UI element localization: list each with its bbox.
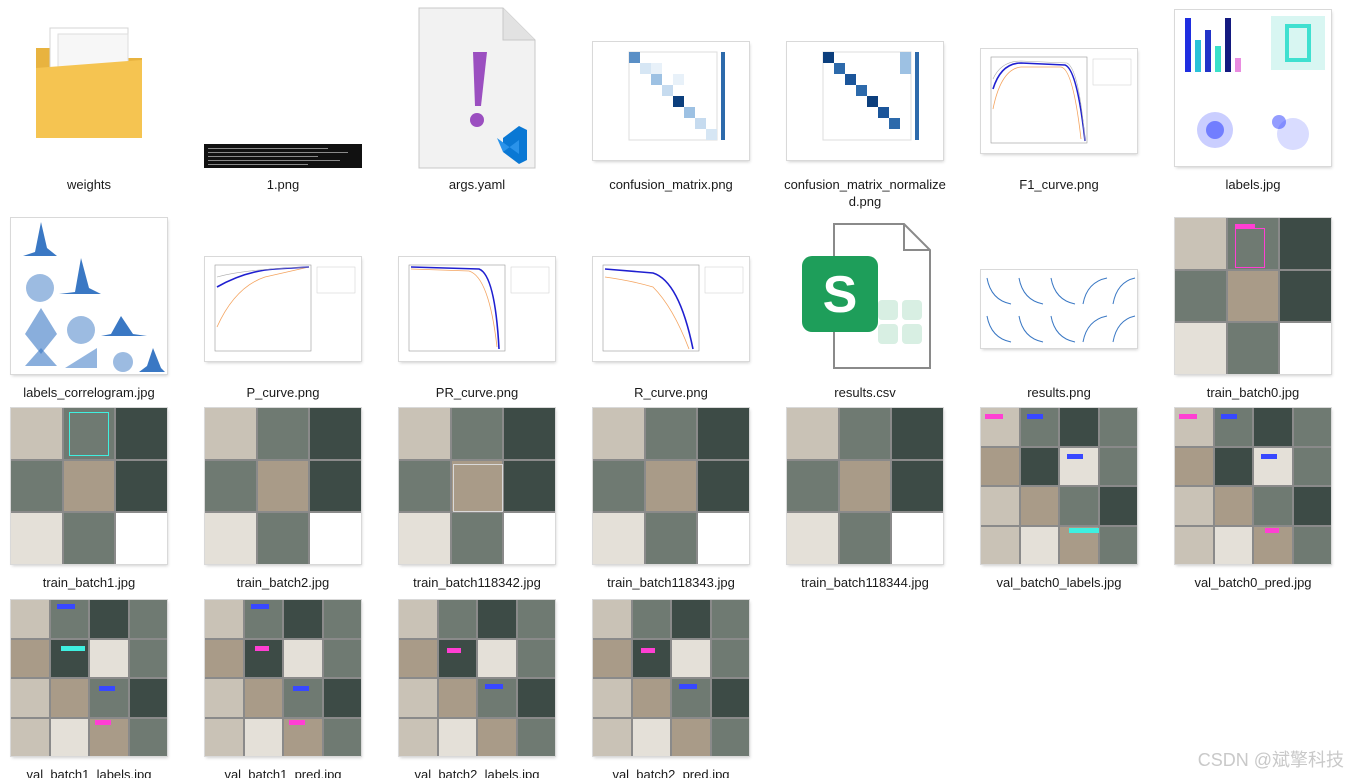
file-name: val_batch2_pred.jpg [612,767,730,778]
file-name: val_batch2_labels.jpg [414,767,540,778]
file-item-train-batch118342[interactable]: train_batch118342.jpg [390,406,564,596]
file-item-pr-curve[interactable]: PR_curve.png [390,216,564,406]
file-name: results.png [1027,385,1091,400]
file-item-labels-correlogram[interactable]: labels_correlogram.jpg [2,216,176,406]
file-name: train_batch1.jpg [42,575,136,590]
file-name: 1.png [266,177,300,192]
file-name: train_batch2.jpg [236,575,330,590]
file-name: train_batch118343.jpg [607,575,735,590]
file-explorer-view: weights 1.png args.yaml confusion_matrix… [0,0,1350,778]
file-name: val_batch0_labels.jpg [996,575,1122,590]
file-item-train-batch1[interactable]: train_batch1.jpg [2,406,176,596]
image-thumbnail [1166,216,1340,376]
file-item-val-batch0-labels[interactable]: val_batch0_labels.jpg [972,406,1146,596]
file-name: args.yaml [448,177,506,192]
file-item-f1-curve[interactable]: F1_curve.png [972,8,1146,198]
file-item-weights[interactable]: weights [2,8,176,198]
file-item-1-png[interactable]: 1.png [196,8,370,198]
image-thumbnail [778,406,952,566]
file-item-train-batch118344[interactable]: train_batch118344.jpg [778,406,952,596]
file-name: results.csv [834,385,896,400]
folder-icon [2,8,176,168]
image-thumbnail [584,406,758,566]
file-name: labels.jpg [1225,177,1281,192]
file-name: val_batch1_pred.jpg [224,767,342,778]
spreadsheet-file-icon: S [778,216,952,376]
image-thumbnail [972,406,1146,566]
file-item-val-batch1-labels[interactable]: val_batch1_labels.jpg [2,598,176,778]
file-item-confusion-matrix-normalized[interactable]: confusion_matrix_normalized.png [778,8,952,209]
file-item-train-batch0[interactable]: train_batch0.jpg [1166,216,1340,406]
file-name: R_curve.png [634,385,708,400]
file-name: confusion_matrix_normalized.png [784,177,946,209]
image-thumbnail [2,406,176,566]
image-thumbnail [1166,8,1340,168]
file-name: val_batch0_pred.jpg [1194,575,1312,590]
file-name: train_batch0.jpg [1206,385,1300,400]
image-thumbnail [972,216,1146,376]
file-name: P_curve.png [246,385,320,400]
svg-text:S: S [823,266,858,324]
image-thumbnail [972,8,1146,168]
image-thumbnail [390,406,564,566]
file-item-confusion-matrix[interactable]: confusion_matrix.png [584,8,758,198]
image-thumbnail [2,598,176,758]
image-thumbnail [196,406,370,566]
file-item-val-batch1-pred[interactable]: val_batch1_pred.jpg [196,598,370,778]
image-thumbnail [390,598,564,758]
file-item-train-batch118343[interactable]: train_batch118343.jpg [584,406,758,596]
file-name: PR_curve.png [435,385,519,400]
file-item-results-csv[interactable]: S results.csv [778,216,952,406]
file-item-args-yaml[interactable]: args.yaml [390,7,564,198]
image-thumbnail [778,8,952,168]
image-thumbnail [390,216,564,376]
file-item-val-batch2-labels[interactable]: val_batch2_labels.jpg [390,598,564,778]
image-thumbnail [2,216,176,376]
file-item-val-batch2-pred[interactable]: val_batch2_pred.jpg [584,598,758,778]
yaml-file-icon [390,7,564,169]
image-thumbnail [196,598,370,758]
file-name: train_batch118344.jpg [801,575,929,590]
file-name: labels_correlogram.jpg [23,385,155,400]
image-thumbnail [584,216,758,376]
file-item-val-batch0-pred[interactable]: val_batch0_pred.jpg [1166,406,1340,596]
image-thumbnail [584,8,758,168]
image-thumbnail [196,8,370,174]
image-thumbnail [1166,406,1340,566]
file-name: confusion_matrix.png [609,177,733,192]
file-item-train-batch2[interactable]: train_batch2.jpg [196,406,370,596]
file-name: F1_curve.png [1019,177,1099,192]
file-name: weights [66,177,112,192]
file-item-r-curve[interactable]: R_curve.png [584,216,758,406]
image-thumbnail [196,216,370,376]
file-item-labels[interactable]: labels.jpg [1166,8,1340,198]
file-item-results-png[interactable]: results.png [972,216,1146,406]
watermark: CSDN @斌擎科技 [1197,750,1344,770]
file-item-p-curve[interactable]: P_curve.png [196,216,370,406]
image-thumbnail [584,598,758,758]
file-name: val_batch1_labels.jpg [26,767,152,778]
file-name: train_batch118342.jpg [413,575,541,590]
